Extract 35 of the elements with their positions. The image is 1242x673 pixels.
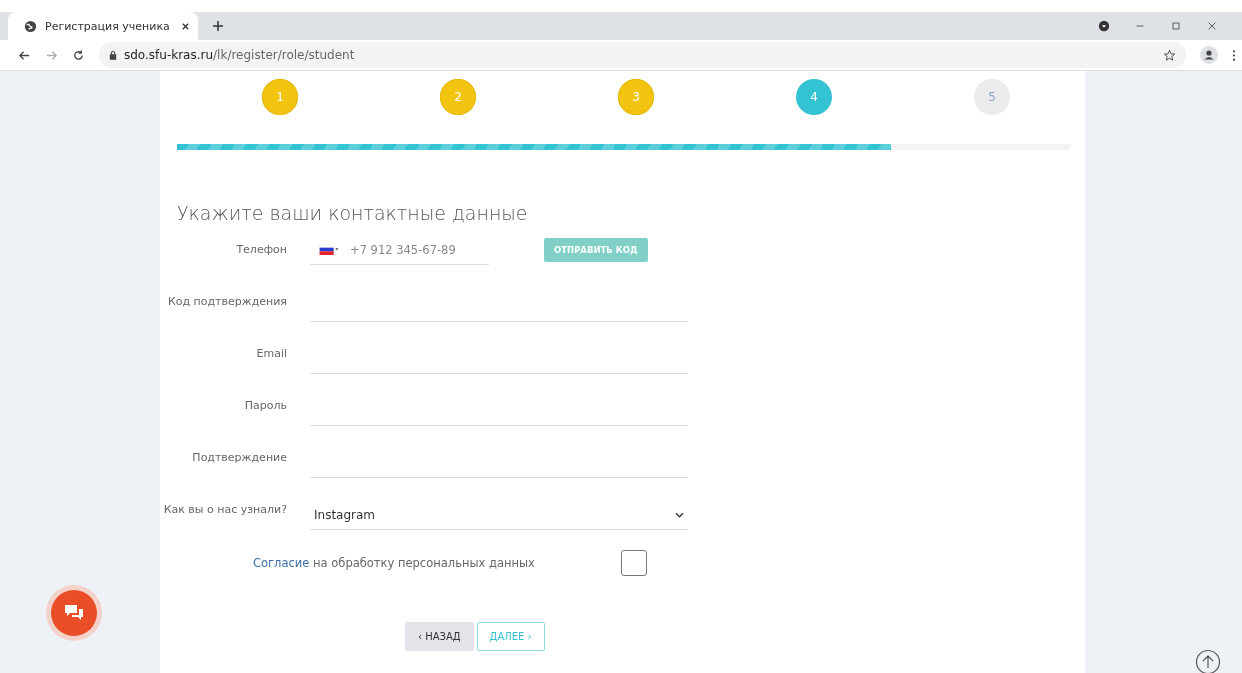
consent-text: Согласие на обработку персональных данных bbox=[253, 556, 535, 570]
field-label: Email bbox=[255, 346, 287, 362]
consent-checkbox[interactable] bbox=[620, 550, 647, 576]
step-indicator: 2 bbox=[440, 79, 476, 115]
field-label: Телефон bbox=[235, 242, 287, 258]
consent-link[interactable]: Согласие bbox=[253, 556, 310, 570]
field-label: Как вы о нас узнали? bbox=[162, 502, 287, 518]
globe-icon bbox=[24, 19, 37, 33]
menu-icon[interactable] bbox=[1232, 48, 1236, 62]
back-button[interactable]: ‹ НАЗАД bbox=[405, 622, 474, 651]
phone-field[interactable]: +7 912 345-67-89 bbox=[310, 235, 489, 265]
lock-icon bbox=[109, 50, 117, 60]
profile-dropdown-icon[interactable] bbox=[1098, 20, 1110, 32]
address-bar[interactable]: sdo.sfu-kras.ru/lk/register/role/student bbox=[99, 42, 1186, 68]
star-icon[interactable] bbox=[1163, 48, 1176, 62]
chevron-down-icon bbox=[675, 511, 684, 518]
select-field[interactable]: Instagram bbox=[310, 500, 688, 530]
field-label: Подтверждение bbox=[191, 450, 287, 466]
maximize-icon[interactable] bbox=[1170, 20, 1182, 32]
scroll-to-top-icon[interactable] bbox=[1195, 649, 1221, 673]
step-indicator: 4 bbox=[796, 79, 832, 115]
field-label: Пароль bbox=[243, 398, 287, 414]
close-icon[interactable] bbox=[181, 21, 190, 31]
avatar-icon[interactable] bbox=[1200, 46, 1218, 64]
step-indicator: 5 bbox=[974, 79, 1010, 115]
browser-tab[interactable]: Регистрация ученика bbox=[8, 12, 198, 40]
step-indicator: 3 bbox=[618, 79, 654, 115]
step-indicator: 1 bbox=[262, 79, 298, 115]
form-heading: Укажите ваши контактные данные bbox=[177, 202, 529, 224]
url-text: sdo.sfu-kras.ru/lk/register/role/student bbox=[124, 48, 355, 62]
field-label: Код подтверждения bbox=[166, 294, 287, 310]
tab-title: Регистрация ученика bbox=[45, 19, 171, 33]
reload-icon[interactable] bbox=[72, 48, 85, 62]
phone-input[interactable]: +7 912 345-67-89 bbox=[348, 241, 482, 258]
new-tab-icon[interactable] bbox=[212, 20, 224, 32]
